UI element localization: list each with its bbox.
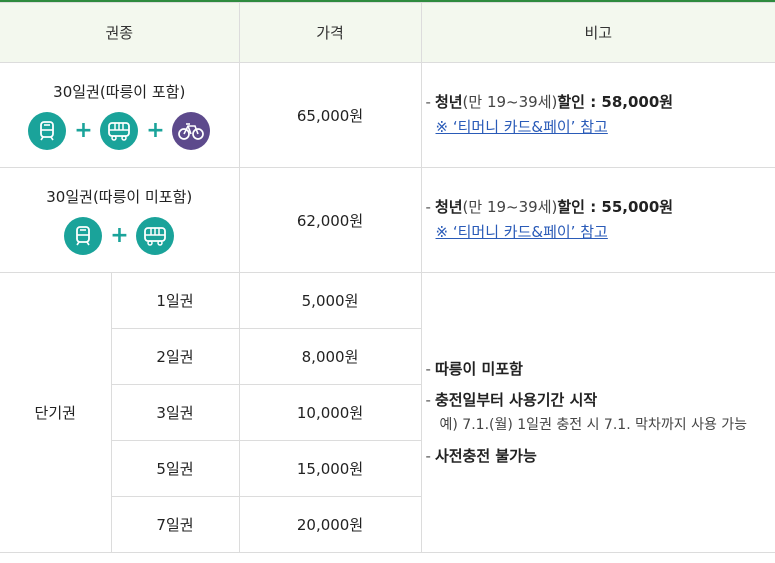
short-term-notes: - 따릉이 미포함 - 충전일부터 사용기간 시작 예) 7.1.(월) 1일권 충…: [420, 272, 775, 553]
subway-icon: [136, 216, 175, 255]
price-cell: 5,000원: [238, 272, 422, 329]
pass-title: 30일권(따릉이 포함): [53, 82, 186, 101]
plus-sign: +: [146, 117, 165, 143]
tmoney-reference-link[interactable]: ※ ‘티머니 카드&페이’ 참고: [436, 220, 608, 245]
note-discount: 할인 : 58,000원: [557, 93, 674, 111]
youth-discount-note: - 청년(만 19~39세)할인 : 55,000원: [426, 195, 775, 220]
fare-table: 권종 가격 비고 30일권(따릉이 포함) + + 65,000원 - 청년(만…: [0, 2, 775, 553]
pass-type-cell: 30일권(따릉이 포함) + +: [0, 62, 240, 168]
price-cell: 8,000원: [238, 328, 422, 385]
table-row: 30일권(따릉이 미포함) + 62,000원 - 청년(만 19~39세)할인…: [0, 167, 775, 273]
price-cell: 65,000원: [238, 62, 422, 168]
note-no-bike: - 따릉이 미포함: [425, 359, 523, 378]
pass-name: 5일권: [111, 440, 240, 497]
subway-icon: [100, 111, 139, 150]
fare-table-page: 권종 가격 비고 30일권(따릉이 포함) + + 65,000원 - 청년(만…: [0, 0, 775, 563]
dash-bullet: -: [425, 198, 431, 216]
note-no-precharge: - 사전충전 불가능: [425, 446, 537, 465]
transport-icons: + +: [0, 111, 239, 150]
note-discount: 할인 : 55,000원: [557, 198, 674, 216]
note-cell: - 청년(만 19~39세)할인 : 55,000원 ※ ‘티머니 카드&페이’ …: [420, 167, 775, 273]
header-note: 비고: [420, 2, 775, 63]
pass-name: 1일권: [110, 272, 240, 329]
price-cell: 15,000원: [238, 440, 422, 497]
dash-bullet: -: [425, 359, 431, 378]
dash-bullet: -: [425, 390, 431, 409]
bus-icon: [28, 111, 67, 150]
transport-icons: +: [0, 216, 239, 255]
bicycle-icon: [172, 111, 211, 150]
plus-sign: +: [74, 117, 93, 143]
note-lead: 청년: [434, 198, 463, 216]
note-lead: 청년: [434, 93, 463, 111]
table-row: 단기권 1일권 5,000원 - 따릉이 미포함 - 충전일부터 사용기간 시작 예…: [0, 272, 775, 553]
table-header-row: 권종 가격 비고: [0, 2, 775, 63]
plus-sign: +: [110, 222, 129, 248]
dash-bullet: -: [425, 93, 431, 111]
price-cell: 10,000원: [238, 384, 422, 441]
short-term-label: 단기권: [0, 272, 112, 553]
price-cell: 20,000원: [238, 496, 422, 553]
bus-icon: [64, 216, 103, 255]
note-example: 예) 7.1.(월) 1일권 충전 시 7.1. 막차까지 사용 가능: [439, 416, 748, 433]
pass-type-cell: 30일권(따릉이 미포함) +: [0, 167, 240, 273]
note-cell: - 청년(만 19~39세)할인 : 58,000원 ※ ‘티머니 카드&페이’ …: [420, 62, 775, 168]
note-age: (만 19~39세): [462, 198, 558, 216]
header-type: 권종: [0, 2, 240, 63]
header-price: 가격: [238, 2, 422, 63]
pass-name: 3일권: [111, 384, 240, 441]
table-row: 30일권(따릉이 포함) + + 65,000원 - 청년(만 19~39세)할…: [0, 62, 775, 168]
youth-discount-note: - 청년(만 19~39세)할인 : 58,000원: [426, 90, 775, 115]
pass-name: 2일권: [111, 328, 240, 385]
pass-title: 30일권(따릉이 미포함): [46, 187, 193, 206]
pass-name: 7일권: [111, 496, 240, 553]
dash-bullet: -: [425, 446, 431, 465]
price-cell: 62,000원: [238, 167, 422, 273]
note-age: (만 19~39세): [462, 93, 558, 111]
tmoney-reference-link[interactable]: ※ ‘티머니 카드&페이’ 참고: [436, 115, 608, 140]
note-start-date: - 충전일부터 사용기간 시작: [425, 390, 598, 409]
